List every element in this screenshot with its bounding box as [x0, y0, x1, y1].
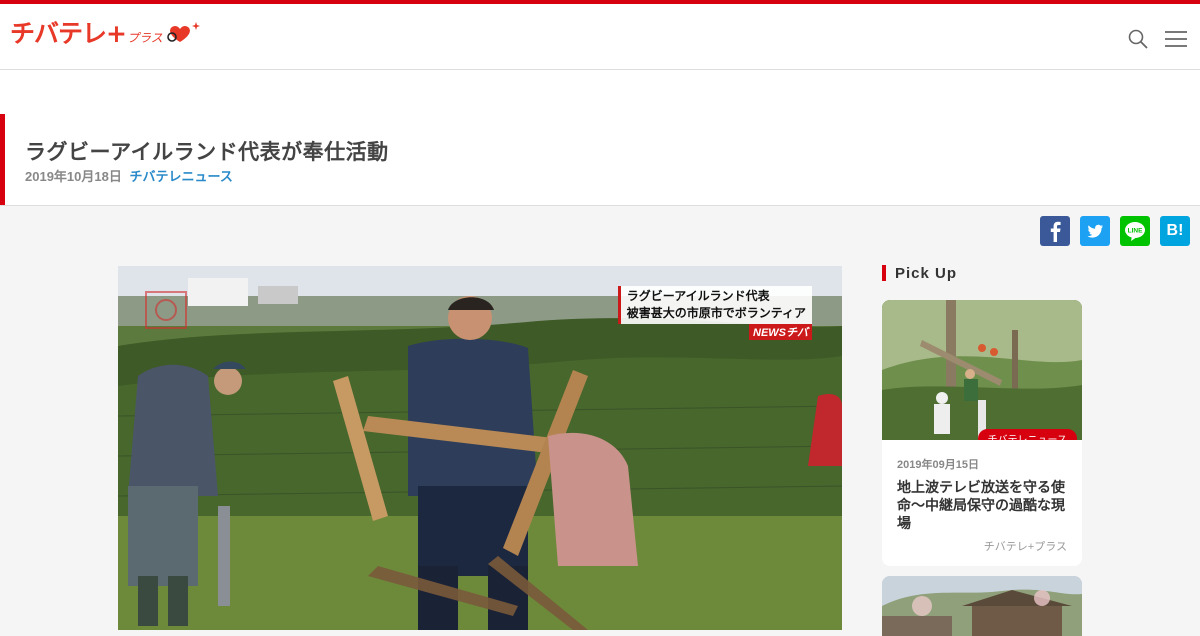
pickup-card-image: チバテレニュース	[882, 300, 1082, 440]
line-icon: LINE	[1125, 222, 1145, 241]
facebook-share-button[interactable]	[1040, 216, 1070, 246]
svg-text:LINE: LINE	[1128, 228, 1143, 235]
share-buttons: LINE B!	[1040, 216, 1190, 246]
twitter-icon	[1087, 224, 1103, 238]
pickup-card-2[interactable]	[882, 576, 1082, 636]
logo-heart-icon	[166, 22, 200, 42]
pickup-card[interactable]: チバテレニュース 2019年09月15日 地上波テレビ放送を守る使命～中継局保守…	[882, 300, 1082, 566]
telop-line-2: 被害甚大の市原市でボランティア	[626, 306, 806, 320]
pickup-header: Pick Up	[882, 262, 1082, 284]
card-photo	[882, 300, 1082, 440]
logo-subtext: プラス	[126, 31, 163, 45]
telop-brand: NEWSチバ	[749, 324, 812, 340]
line-share-button[interactable]: LINE	[1120, 216, 1150, 246]
facebook-icon	[1050, 221, 1061, 242]
article-header: ラグビーアイルランド代表が奉仕活動 2019年10月18日 チバテレニュース	[0, 114, 1200, 206]
header-spacer	[0, 70, 1200, 114]
logo-text: チバテレ+	[10, 19, 127, 48]
hamburger-menu-icon	[1165, 31, 1187, 47]
article-title: ラグビーアイルランド代表が奉仕活動	[25, 140, 389, 164]
telop-line-1: ラグビーアイルランド代表	[626, 289, 770, 303]
pickup-card-date: 2019年09月15日	[897, 459, 979, 471]
pickup-card-body: 2019年09月15日 地上波テレビ放送を守る使命～中継局保守の過酷な現場 チバ…	[882, 440, 1082, 566]
pickup-card-badge: チバテレニュース	[977, 429, 1077, 440]
site-logo[interactable]: チバテレ+ プラス	[10, 20, 204, 46]
article-category-link[interactable]: チバテレニュース	[129, 169, 232, 184]
pickup-heading: Pick Up	[895, 264, 958, 282]
article-meta: 2019年10月18日 チバテレニュース	[25, 166, 233, 185]
search-button[interactable]	[1126, 28, 1150, 50]
video-player[interactable]: ラグビーアイルランド代表 被害甚大の市原市でボランティア NEWSチバ	[118, 266, 842, 630]
video-telop: ラグビーアイルランド代表 被害甚大の市原市でボランティア	[617, 286, 812, 324]
card-2-photo	[882, 576, 1082, 636]
hatena-share-button[interactable]: B!	[1160, 216, 1190, 246]
article-date: 2019年10月18日	[25, 169, 122, 184]
search-icon	[1128, 29, 1148, 49]
pickup-accent-bar	[882, 265, 886, 281]
pickup-card-title[interactable]: 地上波テレビ放送を守る使命～中継局保守の過酷な現場	[897, 478, 1067, 532]
site-header: チバテレ+ プラス	[0, 4, 1200, 70]
pickup-sidebar: Pick Up チバテレニュース 2019年09月15日 地上波テレビ放送を守る…	[882, 262, 1082, 636]
menu-button[interactable]	[1164, 28, 1188, 50]
pickup-card-source: チバテレ+プラス	[983, 541, 1067, 553]
title-accent-bar	[0, 114, 5, 205]
twitter-share-button[interactable]	[1080, 216, 1110, 246]
